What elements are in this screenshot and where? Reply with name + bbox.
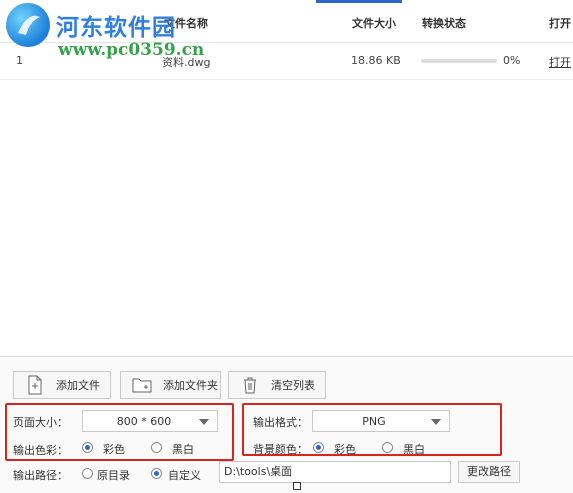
chevron-down-icon	[431, 419, 441, 425]
original-dir-radio-label[interactable]: 原目录	[97, 467, 130, 483]
chevron-down-icon	[199, 419, 209, 425]
active-column-indicator	[316, 0, 402, 3]
add-file-icon	[28, 375, 42, 395]
output-format-select[interactable]: PNG	[312, 410, 450, 432]
output-path-label: 输出路径：	[13, 469, 68, 482]
bg-color-label: 背景颜色：	[253, 443, 308, 456]
output-color-label: 输出色彩：	[13, 444, 68, 457]
row-file-size: 18.86 KB	[351, 54, 401, 67]
site-logo-icon	[6, 3, 50, 47]
column-header-size[interactable]: 文件大小	[352, 15, 396, 31]
bg-color-radio[interactable]	[313, 442, 324, 453]
output-format-label: 输出格式：	[253, 416, 308, 429]
add-file-label: 添加文件	[56, 379, 100, 392]
color-radio-label[interactable]: 彩色	[103, 441, 125, 457]
resize-handle[interactable]	[293, 482, 301, 490]
custom-dir-radio[interactable]	[151, 468, 162, 479]
output-path-input[interactable]: D:\tools\桌面	[219, 461, 451, 483]
page-size-label: 页面大小：	[13, 416, 68, 429]
custom-dir-radio-label[interactable]: 自定义	[168, 467, 201, 483]
change-path-button[interactable]: 更改路径	[458, 461, 520, 483]
original-dir-radio[interactable]	[82, 468, 93, 479]
progress-percent: 0%	[503, 54, 521, 67]
row-index: 1	[16, 54, 23, 67]
conversion-progress-bar	[421, 59, 497, 63]
output-format-value: PNG	[362, 414, 386, 428]
add-folder-button[interactable]: 添加文件夹	[120, 371, 221, 399]
watermark-site-name: 河东软件园	[56, 14, 176, 41]
clear-list-button[interactable]: 清空列表	[228, 371, 326, 399]
bg-bw-radio[interactable]	[382, 442, 393, 453]
clear-list-label: 清空列表	[271, 379, 315, 392]
color-radio[interactable]	[82, 442, 93, 453]
bw-radio[interactable]	[151, 442, 162, 453]
add-file-button[interactable]: 添加文件	[13, 371, 111, 399]
bg-color-radio-label[interactable]: 彩色	[334, 441, 356, 457]
bw-radio-label[interactable]: 黑白	[172, 441, 194, 457]
column-header-status[interactable]: 转换状态	[422, 15, 466, 31]
page-size-value: 800 * 600	[116, 414, 172, 428]
trash-icon	[244, 377, 256, 394]
add-folder-icon	[132, 378, 152, 393]
page-size-select[interactable]: 800 * 600	[82, 410, 218, 432]
column-header-open[interactable]: 打开	[549, 15, 571, 31]
open-link[interactable]: 打开	[549, 54, 571, 70]
watermark-url: www.pc0359.cn	[58, 40, 205, 60]
add-folder-label: 添加文件夹	[163, 379, 218, 392]
bg-bw-radio-label[interactable]: 黑白	[403, 441, 425, 457]
